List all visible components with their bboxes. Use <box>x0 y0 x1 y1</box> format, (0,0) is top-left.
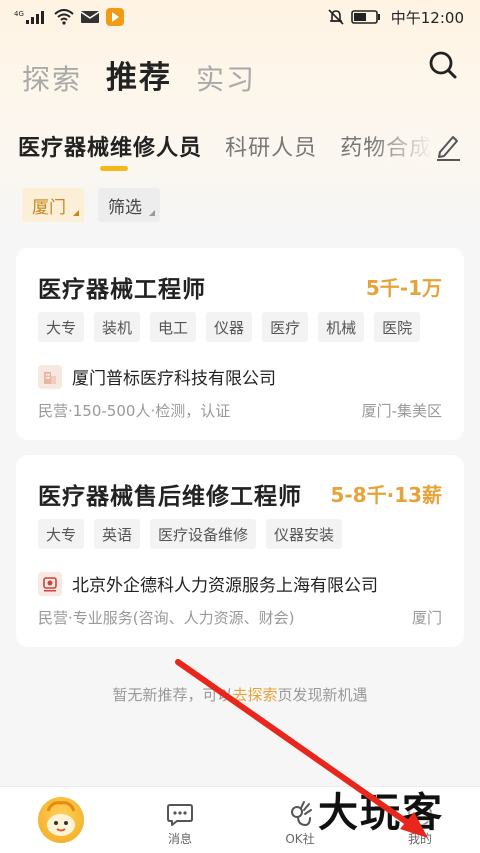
watermark: 大玩客 <box>318 790 444 836</box>
job-salary: 5千-1万 <box>365 276 442 300</box>
job-meta-row: 民营·专业服务(咨询、人力资源、财会) 厦门 <box>38 607 442 628</box>
category-tabs: 医疗器械维修人员 科研人员 药物合成 <box>18 130 430 172</box>
filter-bar: 厦门 筛选 <box>22 188 160 222</box>
dropdown-corner-icon <box>73 210 79 216</box>
job-tag: 装机 <box>94 312 141 342</box>
battery-icon <box>350 9 381 25</box>
job-tag: 英语 <box>94 519 141 549</box>
job-card[interactable]: 医疗器械售后维修工程师 5-8千·13薪 大专 英语 医疗设备维修 仪器安装 北… <box>16 455 464 647</box>
status-bar: 4G 中午12:00 <box>0 0 480 34</box>
job-title: 医疗器械工程师 <box>38 277 206 303</box>
job-tags: 大专 英语 医疗设备维修 仪器安装 <box>38 519 343 549</box>
company-row: 厦门普标医疗科技有限公司 <box>38 364 276 389</box>
mute-icon <box>327 8 345 26</box>
job-tag: 大专 <box>38 312 85 342</box>
active-category-indicator <box>100 166 128 171</box>
job-tag: 医疗设备维修 <box>150 519 257 549</box>
filter-label: 筛选 <box>108 197 142 218</box>
city-filter-chip[interactable]: 厦门 <box>22 188 84 222</box>
tab-explore[interactable]: 探索 <box>22 66 82 94</box>
company-info: 民营·150-500人·检测，认证 <box>38 402 231 420</box>
job-card[interactable]: 医疗器械工程师 5千-1万 大专 装机 电工 仪器 医疗 机械 医院 厦门普标医… <box>16 248 464 440</box>
nav-label: 消息 <box>167 832 192 846</box>
company-name: 厦门普标医疗科技有限公司 <box>72 369 276 389</box>
tab-internship[interactable]: 实习 <box>196 66 256 94</box>
filter-chip[interactable]: 筛选 <box>98 188 160 222</box>
building-icon <box>38 364 62 389</box>
job-title: 医疗器械售后维修工程师 <box>38 484 302 510</box>
job-location: 厦门-集美区 <box>361 402 442 420</box>
tab-recommend[interactable]: 推荐 <box>106 63 172 94</box>
city-filter-label: 厦门 <box>32 197 66 218</box>
no-more-suffix: 页发现新机遇 <box>277 686 368 704</box>
category-fade <box>370 130 434 170</box>
company-name: 北京外企德科人力资源服务上海有限公司 <box>72 576 378 596</box>
wifi-icon <box>54 9 74 25</box>
job-tag: 电工 <box>150 312 197 342</box>
edit-categories-button[interactable] <box>434 132 462 162</box>
company-row: 北京外企德科人力资源服务上海有限公司 <box>38 571 378 596</box>
mascot-icon <box>38 797 84 843</box>
dropdown-corner-icon <box>149 210 155 216</box>
status-right: 中午12:00 <box>327 7 464 28</box>
mail-icon <box>80 9 100 25</box>
job-tag: 仪器 <box>206 312 253 342</box>
ok-hand-icon <box>291 801 312 827</box>
status-time: 中午12:00 <box>390 8 464 27</box>
search-icon <box>429 51 457 79</box>
nav-home[interactable] <box>0 787 120 853</box>
job-meta-row: 民营·150-500人·检测，认证 厦门-集美区 <box>38 400 442 421</box>
chat-icon <box>167 804 193 826</box>
status-left: 4G <box>14 8 124 26</box>
job-tag: 医院 <box>374 312 421 342</box>
explore-link[interactable]: 去探索 <box>232 686 277 704</box>
job-tags: 大专 装机 电工 仪器 医疗 机械 医院 <box>38 312 421 342</box>
job-location: 厦门 <box>411 609 442 627</box>
svg-text:4G: 4G <box>14 10 24 18</box>
no-more-recommendations: 暂无新推荐，可以去探索页发现新机遇 <box>0 684 480 705</box>
job-tag: 机械 <box>318 312 365 342</box>
nav-label: OK社 <box>285 832 315 846</box>
company-info: 民营·专业服务(咨询、人力资源、财会) <box>38 609 295 627</box>
pencil-icon <box>437 136 460 161</box>
top-tabs: 探索 推荐 实习 <box>22 44 256 94</box>
no-more-text: 暂无新推荐，可以 <box>112 686 233 704</box>
media-icon <box>106 8 124 26</box>
search-button[interactable] <box>426 48 460 82</box>
company-logo-icon <box>38 571 62 596</box>
job-tag: 大专 <box>38 519 85 549</box>
job-salary: 5-8千·13薪 <box>330 483 442 507</box>
signal-icon: 4G <box>14 9 48 25</box>
job-tag: 仪器安装 <box>266 519 343 549</box>
nav-messages[interactable]: 消息 <box>120 787 240 853</box>
category-medical-repair[interactable]: 医疗器械维修人员 <box>18 130 202 162</box>
category-research[interactable]: 科研人员 <box>225 130 317 162</box>
job-tag: 医疗 <box>262 312 309 342</box>
